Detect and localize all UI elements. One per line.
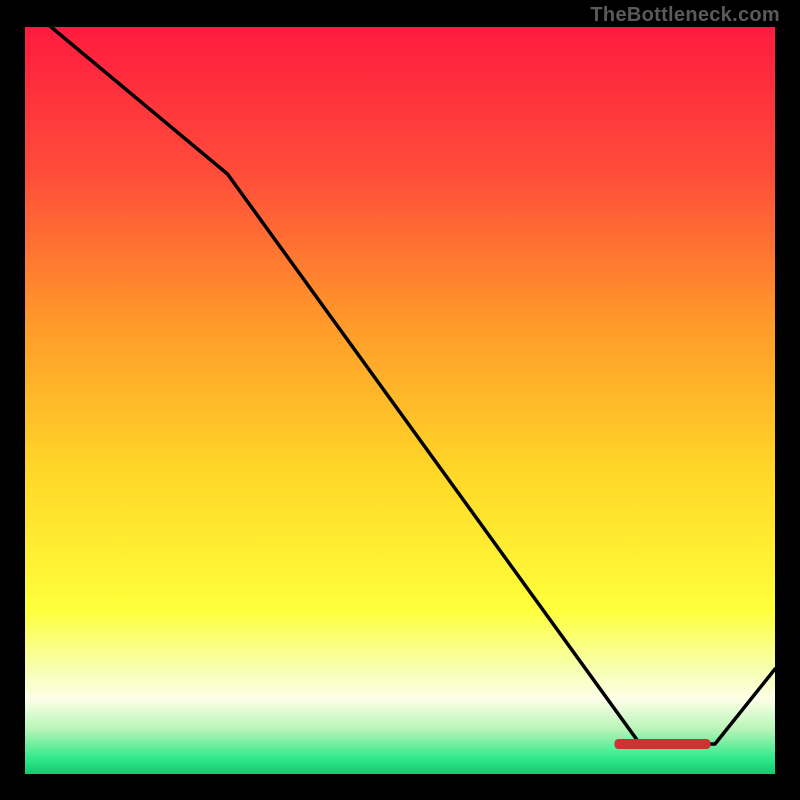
- chart-container: TheBottleneck.com: [0, 0, 800, 800]
- frame-left: [0, 0, 25, 800]
- plot-background: [25, 24, 775, 774]
- frame-bottom: [0, 774, 800, 800]
- watermark-text: TheBottleneck.com: [590, 4, 780, 27]
- frame-right: [775, 0, 800, 800]
- chart-svg: [0, 0, 800, 800]
- min-marker: [615, 739, 711, 749]
